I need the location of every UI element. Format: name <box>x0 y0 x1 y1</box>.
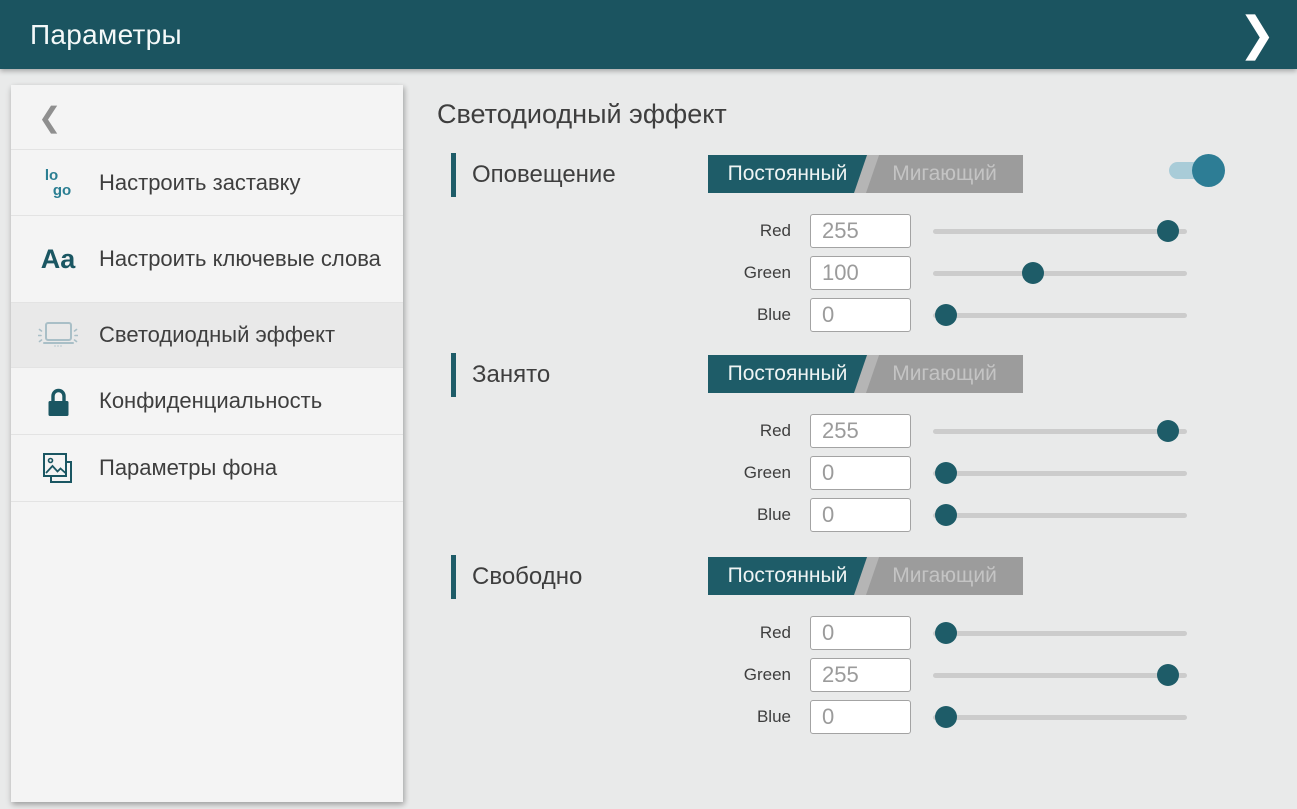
red-value-input[interactable] <box>810 214 911 248</box>
mode-toggle: Постоянный Мигающий <box>708 557 1023 595</box>
slider-thumb[interactable] <box>1157 420 1179 442</box>
sidebar-item-led-effect[interactable]: Светодиодный эффект <box>11 303 403 368</box>
settings-screen: Параметры ❯ ❮ lo go Настроить заставку A… <box>0 0 1297 809</box>
green-value-input[interactable] <box>810 456 911 490</box>
sidebar: ❮ lo go Настроить заставку Aa Настроить … <box>11 85 403 802</box>
section-label: Занято <box>472 353 550 397</box>
section-busy: Занято Постоянный Мигающий Red Green <box>451 353 1241 543</box>
blinking-mode-button[interactable]: Мигающий <box>866 355 1023 393</box>
accent-bar <box>451 555 456 599</box>
slider-track <box>933 513 1187 518</box>
section-free: Свободно Постоянный Мигающий Red Green <box>451 555 1241 745</box>
main-content: Светодиодный эффект Оповещение Постоянны… <box>404 69 1297 809</box>
slider-track <box>933 631 1187 636</box>
slider-track <box>933 715 1187 720</box>
enabled-switch[interactable] <box>1169 153 1226 191</box>
slider-thumb[interactable] <box>935 504 957 526</box>
sidebar-item-label: Конфиденциальность <box>99 387 322 415</box>
sidebar-item-splash[interactable]: lo go Настроить заставку <box>11 150 403 216</box>
images-icon <box>37 450 79 487</box>
green-value-input[interactable] <box>810 256 911 290</box>
blue-slider[interactable] <box>933 298 1187 332</box>
sidebar-item-label: Светодиодный эффект <box>99 321 335 349</box>
slider-track <box>933 673 1187 678</box>
blue-value-input[interactable] <box>810 498 911 532</box>
sidebar-item-label: Параметры фона <box>99 454 277 482</box>
switch-thumb <box>1192 154 1225 187</box>
green-channel-label: Green <box>451 263 791 283</box>
green-slider[interactable] <box>933 658 1187 692</box>
slider-thumb[interactable] <box>935 622 957 644</box>
logo-icon-line1: lo <box>45 168 71 183</box>
monitor-glow-icon <box>37 318 79 352</box>
blue-channel-label: Blue <box>451 305 791 325</box>
red-value-input[interactable] <box>810 414 911 448</box>
solid-mode-button[interactable]: Постоянный <box>708 155 867 193</box>
blue-value-input[interactable] <box>810 298 911 332</box>
slider-thumb[interactable] <box>1157 664 1179 686</box>
mode-toggle: Постоянный Мигающий <box>708 355 1023 393</box>
sidebar-item-label: Настроить заставку <box>99 169 301 197</box>
app-header: Параметры ❯ <box>0 0 1297 69</box>
section-alert: Оповещение Постоянный Мигающий Red Green <box>451 153 1241 343</box>
logo-icon-line2: go <box>53 183 71 198</box>
solid-mode-button[interactable]: Постоянный <box>708 355 867 393</box>
green-channel-label: Green <box>451 665 791 685</box>
sidebar-back-button[interactable]: ❮ <box>11 85 403 150</box>
logo-icon: lo go <box>37 168 79 198</box>
blue-channel-label: Blue <box>451 505 791 525</box>
blue-slider[interactable] <box>933 498 1187 532</box>
accent-bar <box>451 353 456 397</box>
green-value-input[interactable] <box>810 658 911 692</box>
slider-thumb[interactable] <box>935 706 957 728</box>
page-heading: Светодиодный эффект <box>437 99 727 130</box>
mode-toggle: Постоянный Мигающий <box>708 155 1023 193</box>
forward-button[interactable]: ❯ <box>1231 0 1283 71</box>
slider-thumb[interactable] <box>935 304 957 326</box>
blinking-mode-button[interactable]: Мигающий <box>866 155 1023 193</box>
red-channel-label: Red <box>451 623 791 643</box>
slider-track <box>933 271 1187 276</box>
chevron-left-icon: ❮ <box>38 101 61 134</box>
blinking-mode-button[interactable]: Мигающий <box>866 557 1023 595</box>
sidebar-item-privacy[interactable]: Конфиденциальность <box>11 368 403 435</box>
red-slider[interactable] <box>933 616 1187 650</box>
lock-icon <box>37 385 79 418</box>
sidebar-item-keywords[interactable]: Aa Настроить ключевые слова <box>11 216 403 303</box>
blue-value-input[interactable] <box>810 700 911 734</box>
chevron-right-icon: ❯ <box>1239 8 1276 62</box>
slider-track <box>933 313 1187 318</box>
blue-channel-label: Blue <box>451 707 791 727</box>
page-title: Параметры <box>30 19 182 51</box>
red-channel-label: Red <box>451 221 791 241</box>
green-slider[interactable] <box>933 256 1187 290</box>
section-label: Оповещение <box>472 153 616 197</box>
section-label: Свободно <box>472 555 582 599</box>
green-slider[interactable] <box>933 456 1187 490</box>
red-channel-label: Red <box>451 421 791 441</box>
slider-thumb[interactable] <box>1157 220 1179 242</box>
accent-bar <box>451 153 456 197</box>
slider-thumb[interactable] <box>1022 262 1044 284</box>
red-slider[interactable] <box>933 414 1187 448</box>
sidebar-item-background[interactable]: Параметры фона <box>11 435 403 502</box>
letters-aa-icon: Aa <box>37 244 79 275</box>
slider-thumb[interactable] <box>935 462 957 484</box>
slider-track <box>933 429 1187 434</box>
red-value-input[interactable] <box>810 616 911 650</box>
blue-slider[interactable] <box>933 700 1187 734</box>
sidebar-item-label: Настроить ключевые слова <box>99 245 381 273</box>
slider-track <box>933 229 1187 234</box>
red-slider[interactable] <box>933 214 1187 248</box>
slider-track <box>933 471 1187 476</box>
green-channel-label: Green <box>451 463 791 483</box>
solid-mode-button[interactable]: Постоянный <box>708 557 867 595</box>
